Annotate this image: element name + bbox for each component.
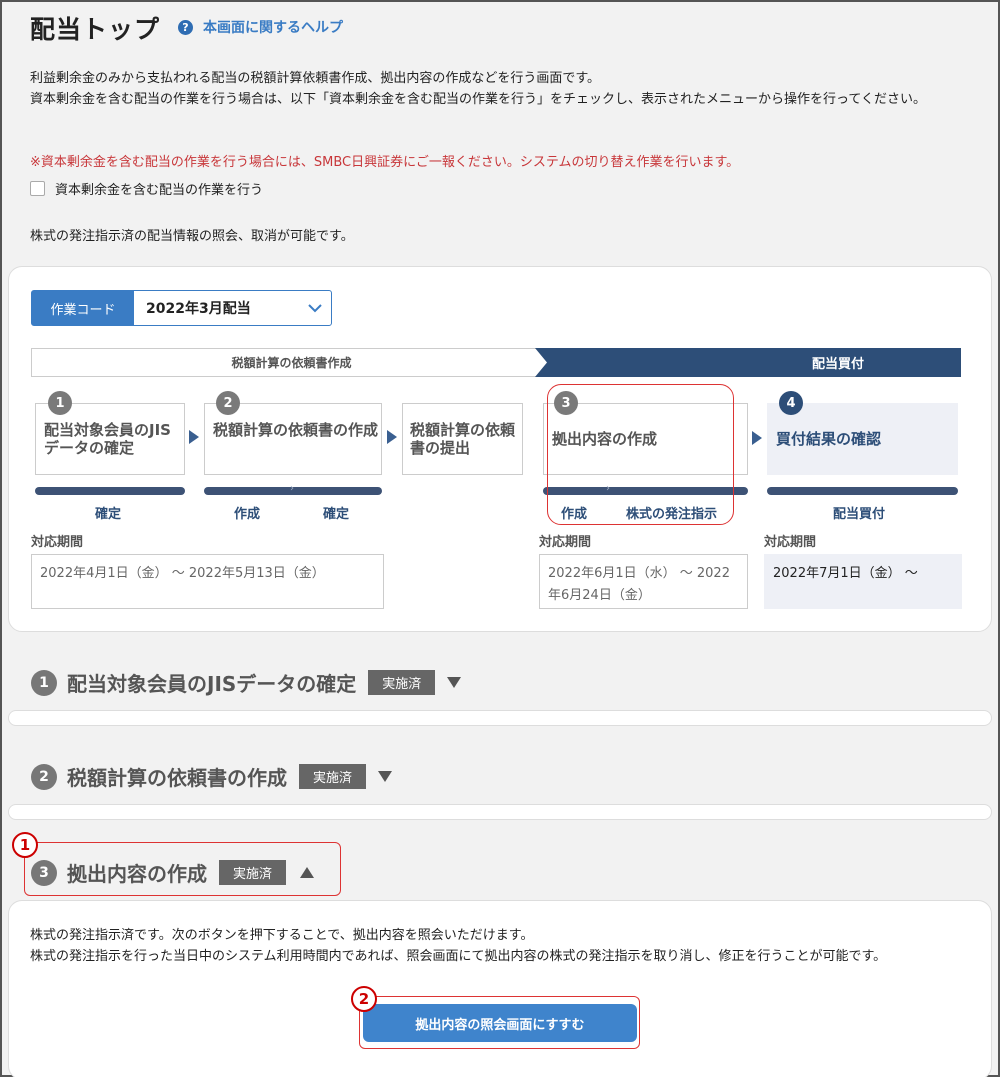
work-code-label: 作業コード (32, 291, 134, 325)
info-text: 株式の発注指示済の配当情報の照会、取消が可能です。 (30, 229, 354, 244)
arrow-right-icon (189, 430, 199, 444)
section-1-header[interactable]: 1 配当対象会員のJISデータの確定 実施済 (31, 668, 462, 697)
question-circle-icon: ? (178, 19, 193, 35)
triangle-down-icon[interactable] (378, 771, 393, 782)
period-label: 対応期間 (539, 535, 592, 550)
section-3-highlight (24, 842, 341, 896)
step-2-title: 税額計算の依頼書の作成 (213, 421, 379, 439)
step-2-badge: 2 (216, 391, 240, 415)
period-box-1: 2022年4月1日（金） 〜 2022年5月13日（金） (31, 554, 384, 609)
section-1-number: 1 (31, 669, 57, 696)
period-box-4: 2022年7月1日（金） 〜 (764, 554, 962, 609)
step-4-badge: 4 (779, 391, 803, 415)
progress-label-create: 作成 (234, 507, 261, 522)
step-4-title: 買付結果の確認 (776, 430, 882, 448)
section-3-text: 株式の発注指示済です。次のボタンを押下することで、拠出内容を照会いただけます。 … (30, 925, 975, 967)
capital-surplus-checkbox[interactable] (30, 181, 45, 196)
arrow-right-icon (752, 431, 762, 445)
progress-label-purchase: 配当買付 (833, 507, 886, 522)
section-1-body (8, 710, 992, 726)
phase-tax-request: 税額計算の依頼書作成 (31, 348, 551, 377)
progress-separator-icon: › (290, 483, 294, 494)
period-label: 対応期間 (31, 535, 84, 550)
step-submit-title: 税額計算の依頼書の提出 (410, 421, 516, 457)
help-link[interactable]: ? 本画面に関するヘルプ (178, 17, 343, 37)
section-2-body (8, 804, 992, 820)
warning-text: ※資本剰余金を含む配当の作業を行う場合には、SMBC日興証券にご一報ください。シ… (30, 155, 740, 170)
capital-surplus-checkbox-row[interactable]: 資本剰余金を含む配当の作業を行う (30, 179, 263, 198)
section-2-title: 税額計算の依頼書の作成 (67, 766, 287, 790)
period-box-3: 2022年6月1日（水） 〜 2022年6月24日（金） (539, 554, 748, 609)
status-badge: 実施済 (368, 670, 436, 695)
progress-label-confirm: 確定 (95, 507, 122, 522)
work-code-value[interactable]: 2022年3月配当 (134, 291, 299, 325)
progress-label-confirm: 確定 (323, 507, 350, 522)
page-title: 配当トップ (30, 15, 161, 44)
step-3-highlight (547, 384, 734, 525)
progress-bar-step-1 (35, 487, 185, 495)
section-2-header[interactable]: 2 税額計算の依頼書の作成 実施済 (31, 762, 393, 791)
view-contribution-button[interactable]: 拠出内容の照会画面にすすむ (363, 1004, 637, 1042)
help-link-label: 本画面に関するヘルプ (203, 20, 343, 36)
intro-text: 利益剰余金のみから支払われる配当の税額計算依頼書作成、拠出内容の作成などを行う画… (30, 68, 980, 110)
work-code-select[interactable]: 作業コード 2022年3月配当 (31, 290, 332, 326)
progress-bar-step-4 (767, 487, 958, 495)
phase-bar: 税額計算の依頼書作成 配当買付 (31, 348, 961, 377)
section-1-title: 配当対象会員のJISデータの確定 (67, 672, 357, 696)
section-2-number: 2 (31, 763, 57, 790)
section-3-line-1: 株式の発注指示済です。次のボタンを押下することで、拠出内容を照会いただけます。 (30, 928, 534, 943)
callout-1: 1 (12, 832, 38, 858)
step-1-title: 配当対象会員のJISデータの確定 (44, 421, 171, 457)
callout-2: 2 (351, 986, 377, 1012)
status-badge: 実施済 (299, 764, 367, 789)
arrow-right-icon (387, 430, 397, 444)
chevron-down-icon[interactable] (299, 291, 331, 325)
capital-surplus-checkbox-label[interactable]: 資本剰余金を含む配当の作業を行う (55, 179, 263, 198)
section-3-line-2: 株式の発注指示を行った当日中のシステム利用時間内であれば、照会画面にて拠出内容の… (30, 949, 887, 964)
period-label: 対応期間 (764, 535, 817, 550)
step-1-badge: 1 (48, 391, 72, 415)
intro-line-1: 利益剰余金のみから支払われる配当の税額計算依頼書作成、拠出内容の作成などを行う画… (30, 71, 601, 86)
phase-dividend-purchase: 配当買付 (535, 348, 961, 377)
triangle-down-icon[interactable] (447, 677, 462, 688)
intro-line-2: 資本剰余金を含む配当の作業を行う場合は、以下「資本剰余金を含む配当の作業を行う」… (30, 92, 926, 107)
